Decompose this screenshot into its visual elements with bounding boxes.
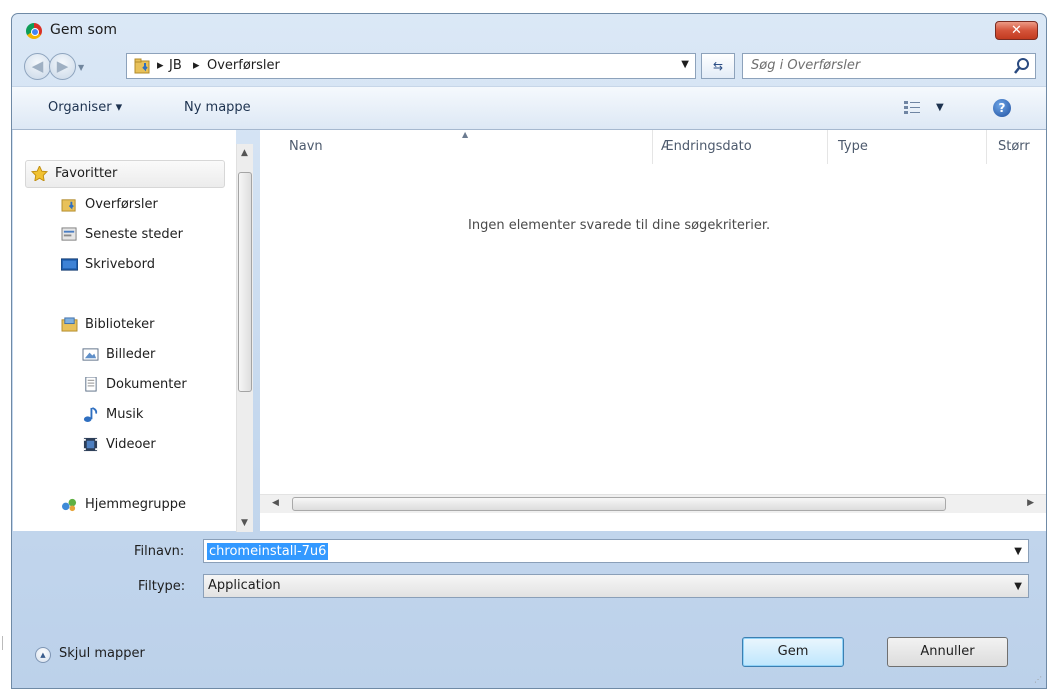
column-type[interactable]: Type — [838, 130, 868, 164]
music-icon — [83, 407, 98, 422]
file-list: Navn ▲ Ændringsdato Type Størr Ingen ele… — [260, 130, 1046, 531]
filetype-value: Application — [208, 578, 281, 593]
filename-label: Filnavn: — [134, 544, 185, 559]
dialog-footer: Filnavn: chromeinstall-7u6 ▼ Filtype: Ap… — [12, 531, 1046, 688]
nav-libraries-label: Biblioteker — [85, 317, 155, 332]
scroll-right-icon[interactable]: ▶ — [1027, 498, 1034, 508]
forward-button[interactable]: ▶ — [49, 53, 76, 80]
nav-scrollbar[interactable]: ▲ ▼ — [236, 144, 253, 532]
dialog-title: Gem som — [50, 22, 118, 38]
navigation-bar: ◀ ▶ ▼ ▸ JB ▸ Overførsler ▼ ⇆ Søg i Overf… — [12, 48, 1046, 84]
homegroup-icon — [62, 498, 77, 512]
nav-documents[interactable]: Dokumenter — [85, 374, 187, 396]
nav-libraries[interactable]: Biblioteker — [61, 314, 155, 336]
history-dropdown-icon[interactable]: ▼ — [78, 63, 84, 72]
resize-grip-icon[interactable]: ⋰ — [1034, 675, 1042, 684]
save-button[interactable]: Gem — [742, 637, 844, 667]
nav-downloads-label: Overførsler — [85, 197, 158, 212]
refresh-icon: ⇆ — [712, 59, 724, 73]
column-divider — [652, 130, 653, 164]
libraries-icon — [61, 317, 78, 332]
save-dialog: Gem som ✕ ◀ ▶ ▼ ▸ JB ▸ Overførsler ▼ ⇆ S… — [11, 13, 1047, 689]
address-bar[interactable]: ▸ JB ▸ Overførsler ▼ — [126, 53, 696, 79]
filetype-label: Filtype: — [138, 579, 186, 594]
nav-videos[interactable]: Videoer — [83, 434, 156, 456]
nav-pictures[interactable]: Billeder — [82, 344, 156, 366]
nav-recent-places-label: Seneste steder — [85, 227, 183, 242]
collapse-icon: ▲ — [35, 647, 51, 663]
cancel-button[interactable]: Annuller — [887, 637, 1008, 667]
breadcrumb-separator-icon: ▸ — [157, 58, 164, 73]
nav-homegroup-label: Hjemmegruppe — [85, 497, 187, 512]
help-icon[interactable]: ? — [993, 99, 1011, 117]
column-divider — [986, 130, 987, 164]
empty-results-message: Ingen elementer svarede til dine søgekri… — [468, 218, 771, 233]
navigation-pane: Favoritter Overførsler Seneste steder Sk… — [13, 130, 236, 531]
star-icon — [31, 166, 48, 181]
filename-value[interactable]: chromeinstall-7u6 — [207, 543, 329, 560]
nav-videos-label: Videoer — [106, 437, 156, 452]
close-button[interactable]: ✕ — [995, 21, 1038, 40]
close-icon: ✕ — [1011, 23, 1022, 38]
nav-downloads[interactable]: Overførsler — [61, 194, 158, 216]
nav-music[interactable]: Musik — [83, 404, 144, 426]
videos-icon — [83, 437, 98, 452]
filename-field[interactable]: chromeinstall-7u6 ▼ — [203, 539, 1029, 563]
column-size[interactable]: Størr — [998, 130, 1030, 164]
list-horizontal-scrollbar[interactable]: ◀ ▶ — [260, 494, 1046, 513]
filetype-select[interactable]: Application ▼ — [203, 574, 1029, 598]
hide-folders-label: Skjul mapper — [59, 646, 145, 661]
downloads-folder-icon — [61, 199, 76, 212]
column-name[interactable]: Navn — [289, 130, 323, 164]
nav-favorites-label: Favoritter — [55, 166, 118, 181]
nav-pictures-label: Billeder — [106, 347, 156, 362]
nav-documents-label: Dokumenter — [106, 377, 187, 392]
sort-indicator-icon: ▲ — [462, 130, 469, 139]
search-box[interactable]: Søg i Overførsler — [742, 53, 1036, 79]
list-scroll-thumb[interactable] — [292, 497, 946, 511]
nav-homegroup[interactable]: Hjemmegruppe — [62, 494, 187, 516]
column-date-modified[interactable]: Ændringsdato — [661, 130, 752, 164]
documents-icon — [85, 377, 97, 392]
column-divider — [827, 130, 828, 164]
downloads-folder-icon — [134, 58, 150, 74]
filetype-dropdown-icon[interactable]: ▼ — [1014, 581, 1022, 592]
nav-desktop[interactable]: Skrivebord — [61, 254, 156, 276]
filename-dropdown-icon[interactable]: ▼ — [1014, 546, 1022, 557]
address-dropdown-icon[interactable]: ▼ — [681, 59, 689, 70]
new-folder-button[interactable]: Ny mappe — [184, 100, 251, 115]
background-fragment — [0, 636, 10, 686]
organise-button[interactable]: Organiser ▾ — [48, 100, 122, 115]
scroll-left-icon[interactable]: ◀ — [272, 498, 279, 508]
scroll-up-icon[interactable]: ▲ — [241, 148, 248, 158]
refresh-button[interactable]: ⇆ — [701, 53, 735, 79]
scroll-down-icon[interactable]: ▼ — [241, 518, 248, 528]
breadcrumb-separator-icon: ▸ — [193, 58, 200, 73]
title-bar: Gem som ✕ — [12, 14, 1046, 46]
nav-favorites[interactable]: Favoritter — [31, 163, 118, 185]
search-icon[interactable] — [1014, 57, 1030, 75]
nav-music-label: Musik — [106, 407, 144, 422]
recent-places-icon — [61, 227, 77, 241]
search-placeholder: Søg i Overførsler — [751, 58, 861, 73]
forward-arrow-icon: ▶ — [56, 57, 69, 75]
nav-recent-places[interactable]: Seneste steder — [61, 224, 183, 246]
nav-scroll-thumb[interactable] — [238, 172, 252, 392]
pictures-icon — [82, 348, 99, 361]
command-bar: Organiser ▾ Ny mappe ▼ ? — [12, 86, 1046, 130]
back-arrow-icon: ◀ — [31, 57, 44, 75]
nav-desktop-label: Skrivebord — [85, 257, 156, 272]
back-button[interactable]: ◀ — [24, 53, 51, 80]
view-options-icon[interactable] — [904, 100, 920, 114]
breadcrumb-downloads[interactable]: Overførsler — [207, 58, 280, 73]
breadcrumb-jb[interactable]: JB — [169, 58, 182, 73]
view-dropdown-icon[interactable]: ▼ — [936, 102, 944, 113]
chrome-icon — [26, 23, 42, 39]
desktop-icon — [61, 258, 78, 271]
